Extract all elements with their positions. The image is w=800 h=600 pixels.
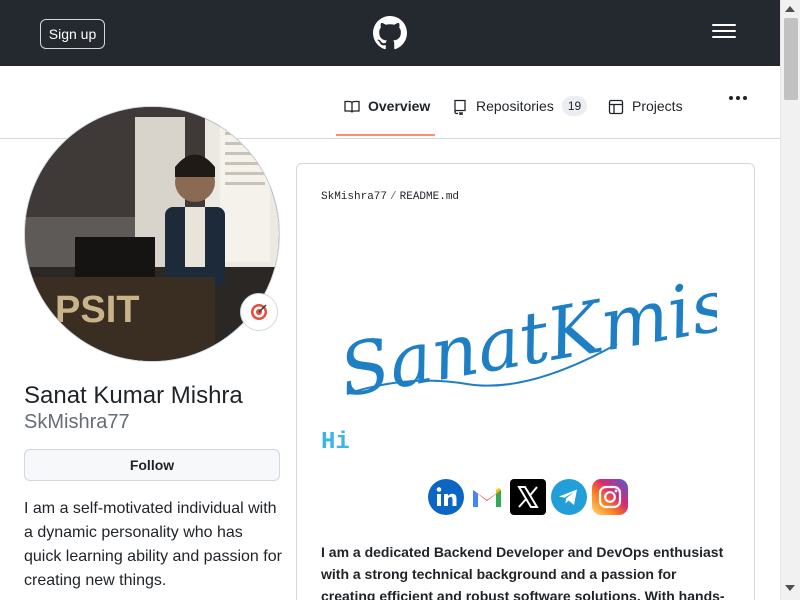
path-separator: /	[390, 191, 397, 203]
vertical-scrollbar[interactable]	[780, 0, 800, 600]
linkedin-icon[interactable]	[428, 479, 464, 515]
profile-full-name: Sanat Kumar Mishra	[24, 382, 243, 409]
svg-text:PSIT: PSIT	[55, 289, 139, 331]
readme-greeting: Hi	[321, 429, 350, 456]
more-options-icon[interactable]	[729, 96, 747, 100]
selected-tab-indicator	[336, 134, 435, 136]
svg-text:SanatKmishra: SanatKmishra	[337, 241, 717, 413]
sign-up-button[interactable]: Sign up	[40, 19, 105, 49]
scroll-up-arrow-icon[interactable]	[785, 6, 795, 12]
social-links	[428, 479, 628, 515]
avatar: PSIT	[24, 106, 280, 362]
signature-image: SanatKmishra	[337, 241, 717, 413]
scroll-down-arrow-icon[interactable]	[785, 585, 795, 591]
readme-card: SkMishra77/README.md SanatKmishra Hi I a…	[296, 163, 755, 600]
repositories-count-badge: 19	[561, 96, 588, 116]
readme-path: SkMishra77/README.md	[321, 191, 459, 203]
github-logo-icon[interactable]	[373, 16, 407, 50]
follow-button[interactable]: Follow	[24, 449, 280, 481]
profile-username: SkMishra77	[24, 411, 130, 433]
avatar-photo: PSIT	[25, 107, 279, 361]
repo-icon	[454, 99, 466, 115]
x-icon[interactable]	[510, 479, 546, 515]
gmail-icon[interactable]	[469, 479, 505, 515]
menu-hamburger-icon[interactable]	[712, 24, 736, 42]
profile-bio: I am a self-motivated individual with a …	[24, 500, 282, 589]
status-emoji-button[interactable]	[240, 293, 278, 331]
tab-repositories-label: Repositories	[476, 98, 554, 114]
book-icon	[344, 100, 360, 113]
table-icon	[608, 99, 624, 115]
tab-overview[interactable]: Overview	[344, 98, 430, 138]
readme-owner-link[interactable]: SkMishra77	[321, 191, 387, 203]
telegram-icon[interactable]	[551, 479, 587, 515]
tab-projects-label: Projects	[632, 98, 683, 114]
instagram-icon[interactable]	[592, 479, 628, 515]
scroll-thumb[interactable]	[784, 18, 798, 100]
readme-file-link[interactable]: README.md	[400, 191, 459, 203]
tab-projects[interactable]: Projects	[608, 98, 683, 138]
target-icon	[251, 304, 267, 320]
tab-overview-label: Overview	[368, 98, 431, 114]
top-header: Sign up	[0, 0, 780, 66]
readme-intro-text: I am a dedicated Backend Developer and D…	[321, 544, 725, 600]
tab-repositories[interactable]: Repositories 19	[452, 96, 588, 138]
